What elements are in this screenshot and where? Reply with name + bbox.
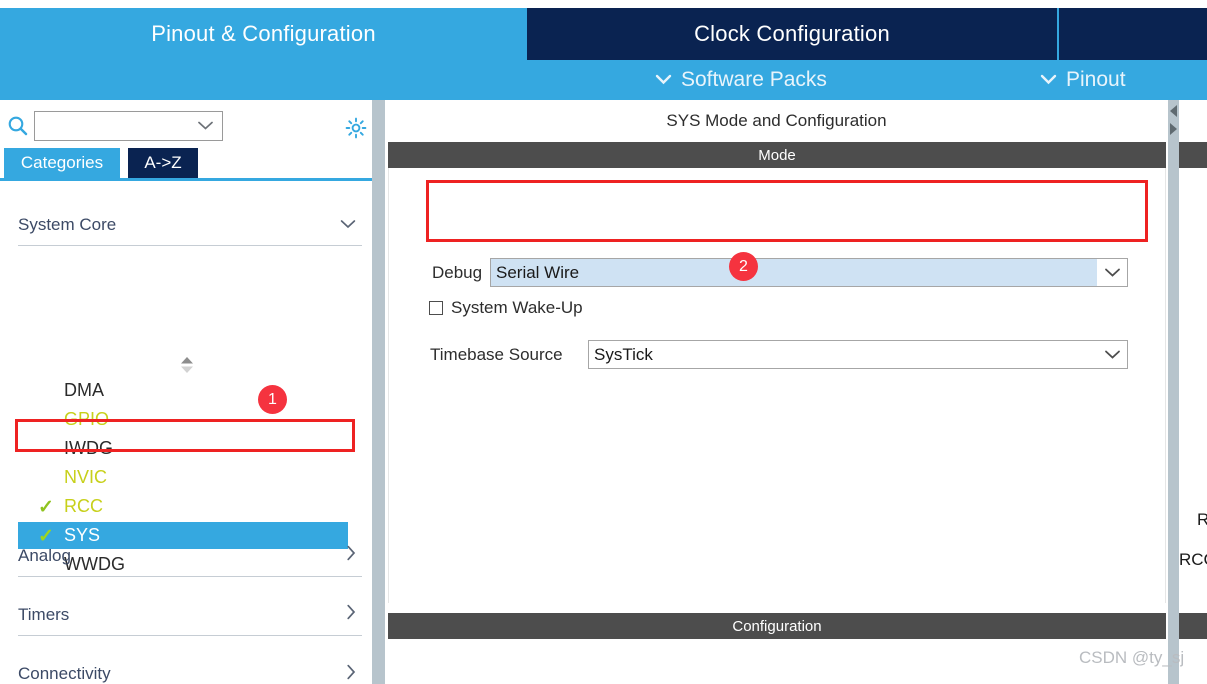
software-packs-menu[interactable]: Software Packs — [655, 60, 827, 100]
chevron-right-icon — [346, 664, 356, 684]
debug-label: Debug — [432, 262, 483, 282]
sidebar-group-analog[interactable]: Analog — [18, 535, 362, 577]
chevron-down-icon[interactable] — [197, 118, 214, 135]
chevron-down-icon — [340, 216, 356, 234]
page-title: SYS Mode and Configuration — [385, 105, 1168, 137]
chevron-down-icon[interactable] — [1097, 341, 1127, 368]
tree-scroll-spinner[interactable] — [178, 355, 196, 375]
sidebar-group-connectivity[interactable]: Connectivity — [18, 653, 362, 684]
configuration-section-header-label: Configuration — [732, 617, 822, 635]
sidebar-item-gpio[interactable]: GPIO — [38, 406, 109, 433]
chevron-right-icon — [346, 604, 356, 625]
tab-a-to-z-label: A->Z — [144, 153, 182, 172]
configuration-section-body: Warning: This IP has no parameters to be… — [388, 639, 1166, 684]
sidebar-item-nvic[interactable]: NVIC — [38, 464, 107, 491]
tab-pinout-configuration-label: Pinout & Configuration — [151, 21, 376, 46]
mode-section-header-label: Mode — [758, 146, 796, 164]
sidebar-item-rcc[interactable]: ✓ RCC — [38, 493, 103, 520]
debug-combo-value: Serial Wire — [496, 262, 580, 282]
top-tab-bar: Pinout & Configuration Clock Configurati… — [0, 8, 1207, 60]
timebase-label: Timebase Source — [430, 344, 563, 364]
mode-section-body: Debug Serial Wire System Wake-Up Timebas… — [388, 168, 1166, 603]
system-wakeup-row[interactable]: System Wake-Up — [429, 298, 583, 318]
tab-bar-spacer — [1057, 8, 1207, 60]
search-input[interactable] — [39, 113, 194, 139]
search-icon — [6, 114, 30, 138]
chevron-down-icon — [1040, 70, 1057, 90]
left-splitter-handle[interactable] — [375, 100, 382, 684]
tab-categories-label: Categories — [20, 153, 104, 172]
annotation-badge-1-label: 1 — [268, 390, 277, 408]
sidebar-item-rcc-label: RCC — [64, 496, 103, 516]
sidebar-item-dma-label: DMA — [64, 380, 104, 400]
sidebar-group-system-core-label: System Core — [18, 214, 117, 234]
search-row — [0, 108, 372, 144]
pinout-menu[interactable]: Pinout — [1040, 60, 1126, 100]
sidebar-item-nvic-label: NVIC — [64, 467, 108, 487]
tab-clock-configuration-label: Clock Configuration — [694, 21, 890, 46]
triangle-left-icon[interactable] — [1169, 104, 1178, 118]
timebase-combo-value: SysTick — [594, 344, 653, 364]
sidebar-item-dma[interactable]: DMA — [38, 377, 104, 404]
timebase-combo[interactable]: SysTick — [588, 340, 1128, 369]
chevron-right-icon — [346, 545, 356, 566]
annotation-badge-2: 2 — [729, 252, 758, 281]
sidebar-group-timers-label: Timers — [18, 604, 70, 624]
timebase-row: Timebase Source SysTick — [430, 340, 1128, 369]
tab-categories[interactable]: Categories — [4, 148, 120, 178]
configuration-panel: SYS Mode and Configuration Mode Debug Se… — [385, 100, 1168, 684]
sidebar-group-connectivity-label: Connectivity — [18, 664, 111, 683]
sidebar-item-gpio-label: GPIO — [64, 409, 110, 429]
left-splitter[interactable] — [372, 100, 385, 684]
sidebar-group-timers[interactable]: Timers — [18, 594, 362, 636]
annotation-badge-2-label: 2 — [739, 257, 748, 275]
right-splitter[interactable] — [1168, 100, 1179, 684]
right-edge-header-sliver-top — [1179, 142, 1207, 168]
configuration-section-header: Configuration — [388, 613, 1166, 639]
sidebar-item-iwdg[interactable]: IWDG — [38, 435, 113, 462]
system-wakeup-label: System Wake-Up — [451, 298, 583, 317]
right-edge-header-sliver-bottom — [1179, 613, 1207, 639]
sidebar-tab-underline — [0, 178, 372, 181]
watermark: CSDN @ty_sj — [1079, 648, 1185, 667]
right-edge-panel: R RCC — [1179, 100, 1207, 684]
tab-a-to-z[interactable]: A->Z — [128, 148, 198, 178]
sidebar-item-iwdg-label: IWDG — [64, 438, 113, 458]
sidebar-tab-strip: Categories A->Z — [0, 148, 372, 178]
check-icon: ✓ — [38, 497, 54, 518]
chevron-down-icon[interactable] — [1097, 259, 1127, 286]
pinout-menu-label: Pinout — [1066, 68, 1126, 91]
tab-pinout-configuration[interactable]: Pinout & Configuration — [0, 8, 527, 60]
gear-icon[interactable] — [344, 116, 368, 140]
app-window: Pinout & Configuration Clock Configurati… — [0, 0, 1207, 684]
sidebar-group-system-core[interactable]: System Core — [18, 204, 362, 246]
software-packs-label: Software Packs — [681, 68, 827, 91]
categories-sidebar: Categories A->Z System Core DMA GPIO IWD… — [0, 100, 372, 684]
sidebar-group-analog-label: Analog — [18, 545, 71, 565]
right-edge-text-fragment-2: RCC — [1179, 550, 1207, 569]
debug-combo[interactable]: Serial Wire — [490, 258, 1128, 287]
tab-clock-configuration[interactable]: Clock Configuration — [527, 8, 1057, 60]
annotation-badge-1: 1 — [258, 385, 287, 414]
mode-section-header: Mode — [388, 142, 1166, 168]
search-combobox[interactable] — [34, 111, 223, 141]
system-wakeup-checkbox[interactable] — [429, 301, 443, 315]
triangle-right-icon[interactable] — [1169, 122, 1178, 136]
secondary-toolbar: Software Packs Pinout — [0, 60, 1207, 100]
right-edge-text-fragment-1: R — [1197, 510, 1207, 529]
chevron-down-icon — [655, 70, 672, 90]
debug-row: Debug Serial Wire — [432, 258, 1128, 287]
